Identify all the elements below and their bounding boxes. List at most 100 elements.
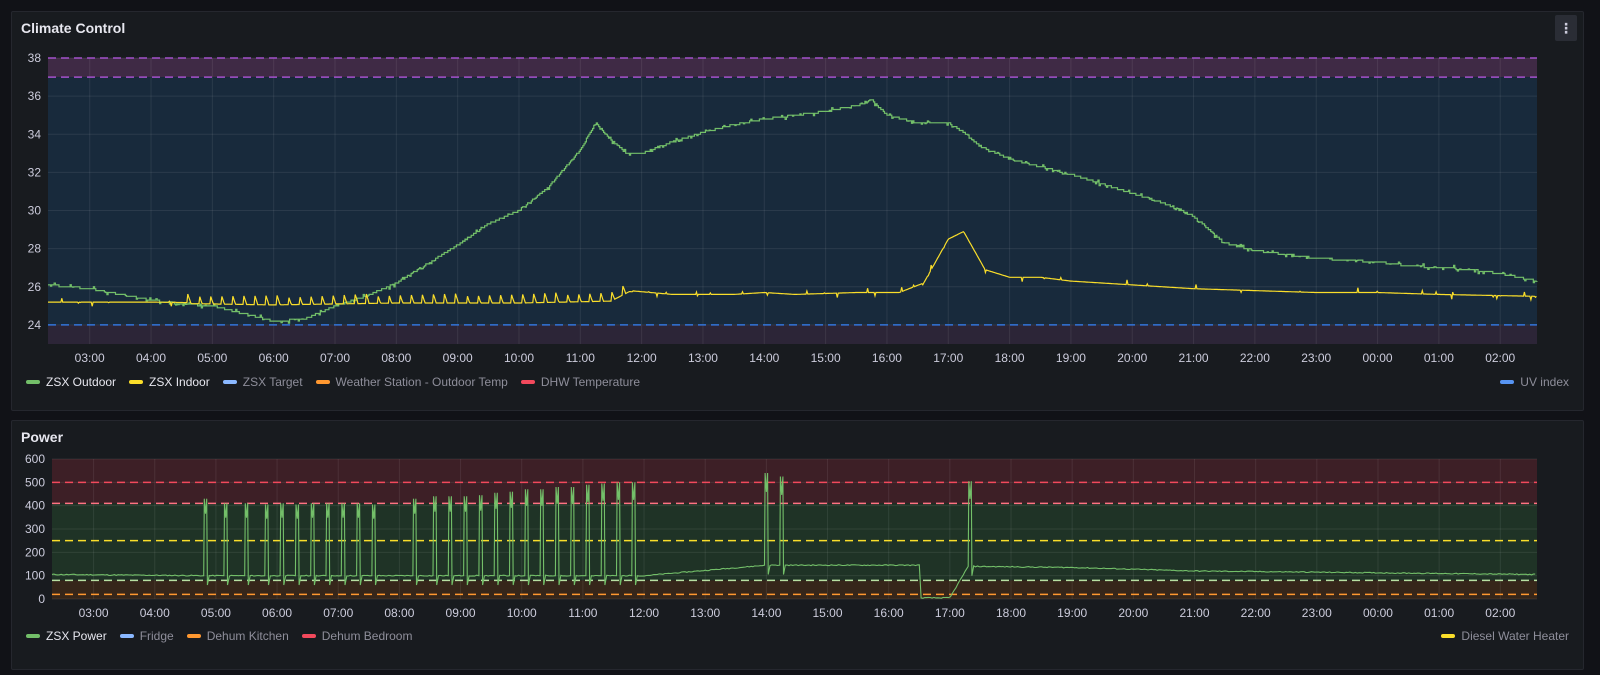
x-tick-label: 14:00 <box>749 351 779 365</box>
x-tick-label: 19:00 <box>1057 606 1087 620</box>
x-tick-label: 09:00 <box>443 351 473 365</box>
x-tick-label: 12:00 <box>629 606 659 620</box>
x-tick-label: 09:00 <box>446 606 476 620</box>
x-tick-label: 16:00 <box>874 606 904 620</box>
x-tick-label: 02:00 <box>1485 606 1515 620</box>
x-tick-label: 04:00 <box>140 606 170 620</box>
x-tick-label: 22:00 <box>1241 606 1271 620</box>
x-tick-label: 01:00 <box>1424 606 1454 620</box>
legend-zsx-indoor[interactable]: ZSX Indoor <box>129 375 210 389</box>
x-tick-label: 13:00 <box>688 351 718 365</box>
x-tick-label: 10:00 <box>507 606 537 620</box>
legend-label: ZSX Outdoor <box>46 375 117 389</box>
legend-dehum-bedroom[interactable]: Dehum Bedroom <box>301 629 413 643</box>
legend-zsx-power[interactable]: ZSX Power <box>26 629 107 643</box>
x-tick-label: 06:00 <box>259 351 289 365</box>
x-tick-label: 07:00 <box>323 606 353 620</box>
y-tick-label: 100 <box>25 569 45 583</box>
x-tick-label: 13:00 <box>690 606 720 620</box>
x-tick-label: 14:00 <box>751 606 781 620</box>
x-tick-label: 00:00 <box>1363 606 1393 620</box>
y-tick-label: 32 <box>28 165 42 179</box>
legend-diesel-water-heater[interactable]: Diesel Water Heater <box>1441 629 1569 643</box>
legend-weather-station[interactable]: Weather Station - Outdoor Temp <box>315 375 508 389</box>
x-tick-label: 05:00 <box>197 351 227 365</box>
x-tick-label: 11:00 <box>566 351 595 365</box>
y-tick-label: 400 <box>25 499 45 513</box>
threshold-band <box>48 77 1537 325</box>
legend-label: ZSX Power <box>46 629 107 643</box>
x-tick-label: 15:00 <box>813 606 843 620</box>
legend-label: ZSX Indoor <box>149 375 210 389</box>
climate-legend: ZSX Outdoor ZSX Indoor ZSX Target Weathe… <box>26 375 1569 389</box>
x-tick-label: 12:00 <box>627 351 657 365</box>
power-legend: ZSX Power Fridge Dehum Kitchen Dehum Bed… <box>26 629 1569 643</box>
legend-label: Fridge <box>139 629 174 643</box>
legend-label: Dehum Bedroom <box>321 629 413 643</box>
threshold-band <box>48 324 1537 344</box>
x-tick-label: 03:00 <box>75 351 105 365</box>
y-tick-label: 30 <box>28 204 42 218</box>
x-tick-label: 23:00 <box>1302 606 1332 620</box>
y-tick-label: 36 <box>28 89 42 103</box>
legend-swatch <box>315 380 330 384</box>
threshold-band <box>52 459 1537 504</box>
legend-label: ZSX Target <box>242 375 303 389</box>
climate-control-panel: Climate Control ⋮ 24 26 28 30 32 34 36 38 03:00 0… <box>11 11 1584 411</box>
y-tick-label: 28 <box>28 242 42 256</box>
x-tick-label: 00:00 <box>1363 351 1393 365</box>
y-tick-label: 300 <box>25 522 45 536</box>
x-tick-label: 08:00 <box>384 606 414 620</box>
x-tick-label: 18:00 <box>996 606 1026 620</box>
y-tick-label: 34 <box>28 127 42 141</box>
x-tick-label: 07:00 <box>320 351 350 365</box>
legend-swatch <box>222 380 237 384</box>
x-tick-label: 22:00 <box>1240 351 1270 365</box>
x-tick-label: 20:00 <box>1118 606 1148 620</box>
x-tick-label: 21:00 <box>1179 351 1209 365</box>
x-tick-label: 16:00 <box>872 351 902 365</box>
y-tick-label: 24 <box>28 318 42 332</box>
x-tick-label: 01:00 <box>1424 351 1454 365</box>
x-tick-label: 06:00 <box>262 606 292 620</box>
legend-label: UV index <box>1520 375 1569 389</box>
legend-dhw-temperature[interactable]: DHW Temperature <box>520 375 640 389</box>
y-tick-label: 500 <box>25 475 45 489</box>
legend-swatch <box>129 380 144 384</box>
legend-fridge[interactable]: Fridge <box>119 629 174 643</box>
power-panel: Power 0 100 200 300 400 500 600 03:00 04:00 05:00… <box>11 420 1584 670</box>
x-tick-label: 08:00 <box>381 351 411 365</box>
legend-label: Weather Station - Outdoor Temp <box>335 375 508 389</box>
threshold-band <box>52 503 1537 581</box>
legend-swatch <box>301 634 316 638</box>
x-tick-label: 19:00 <box>1056 351 1086 365</box>
threshold-band <box>52 580 1537 599</box>
x-tick-label: 23:00 <box>1301 351 1331 365</box>
legend-swatch <box>1441 634 1456 638</box>
legend-swatch <box>1500 380 1515 384</box>
climate-chart[interactable]: 24 26 28 30 32 34 36 38 03:00 04:00 05:00 06:00 07:0… <box>12 12 1583 410</box>
x-tick-label: 15:00 <box>811 351 841 365</box>
x-tick-label: 05:00 <box>201 606 231 620</box>
legend-label: Diesel Water Heater <box>1461 629 1569 643</box>
legend-dehum-kitchen[interactable]: Dehum Kitchen <box>186 629 289 643</box>
x-tick-label: 04:00 <box>136 351 166 365</box>
x-tick-label: 11:00 <box>568 606 597 620</box>
legend-zsx-outdoor[interactable]: ZSX Outdoor <box>26 375 116 389</box>
legend-zsx-target[interactable]: ZSX Target <box>222 375 303 389</box>
legend-swatch <box>119 634 134 638</box>
y-tick-label: 600 <box>25 452 45 466</box>
legend-swatch <box>26 634 40 638</box>
y-tick-label: 38 <box>28 51 42 65</box>
legend-swatch <box>520 380 535 384</box>
legend-label: DHW Temperature <box>540 375 640 389</box>
x-tick-label: 20:00 <box>1117 351 1147 365</box>
legend-swatch <box>26 380 40 384</box>
x-tick-label: 17:00 <box>933 351 963 365</box>
x-tick-label: 10:00 <box>504 351 534 365</box>
x-tick-label: 03:00 <box>79 606 109 620</box>
y-tick-label: 200 <box>25 545 45 559</box>
x-tick-label: 02:00 <box>1485 351 1515 365</box>
x-tick-label: 21:00 <box>1179 606 1209 620</box>
legend-uv-index[interactable]: UV index <box>1500 375 1569 389</box>
